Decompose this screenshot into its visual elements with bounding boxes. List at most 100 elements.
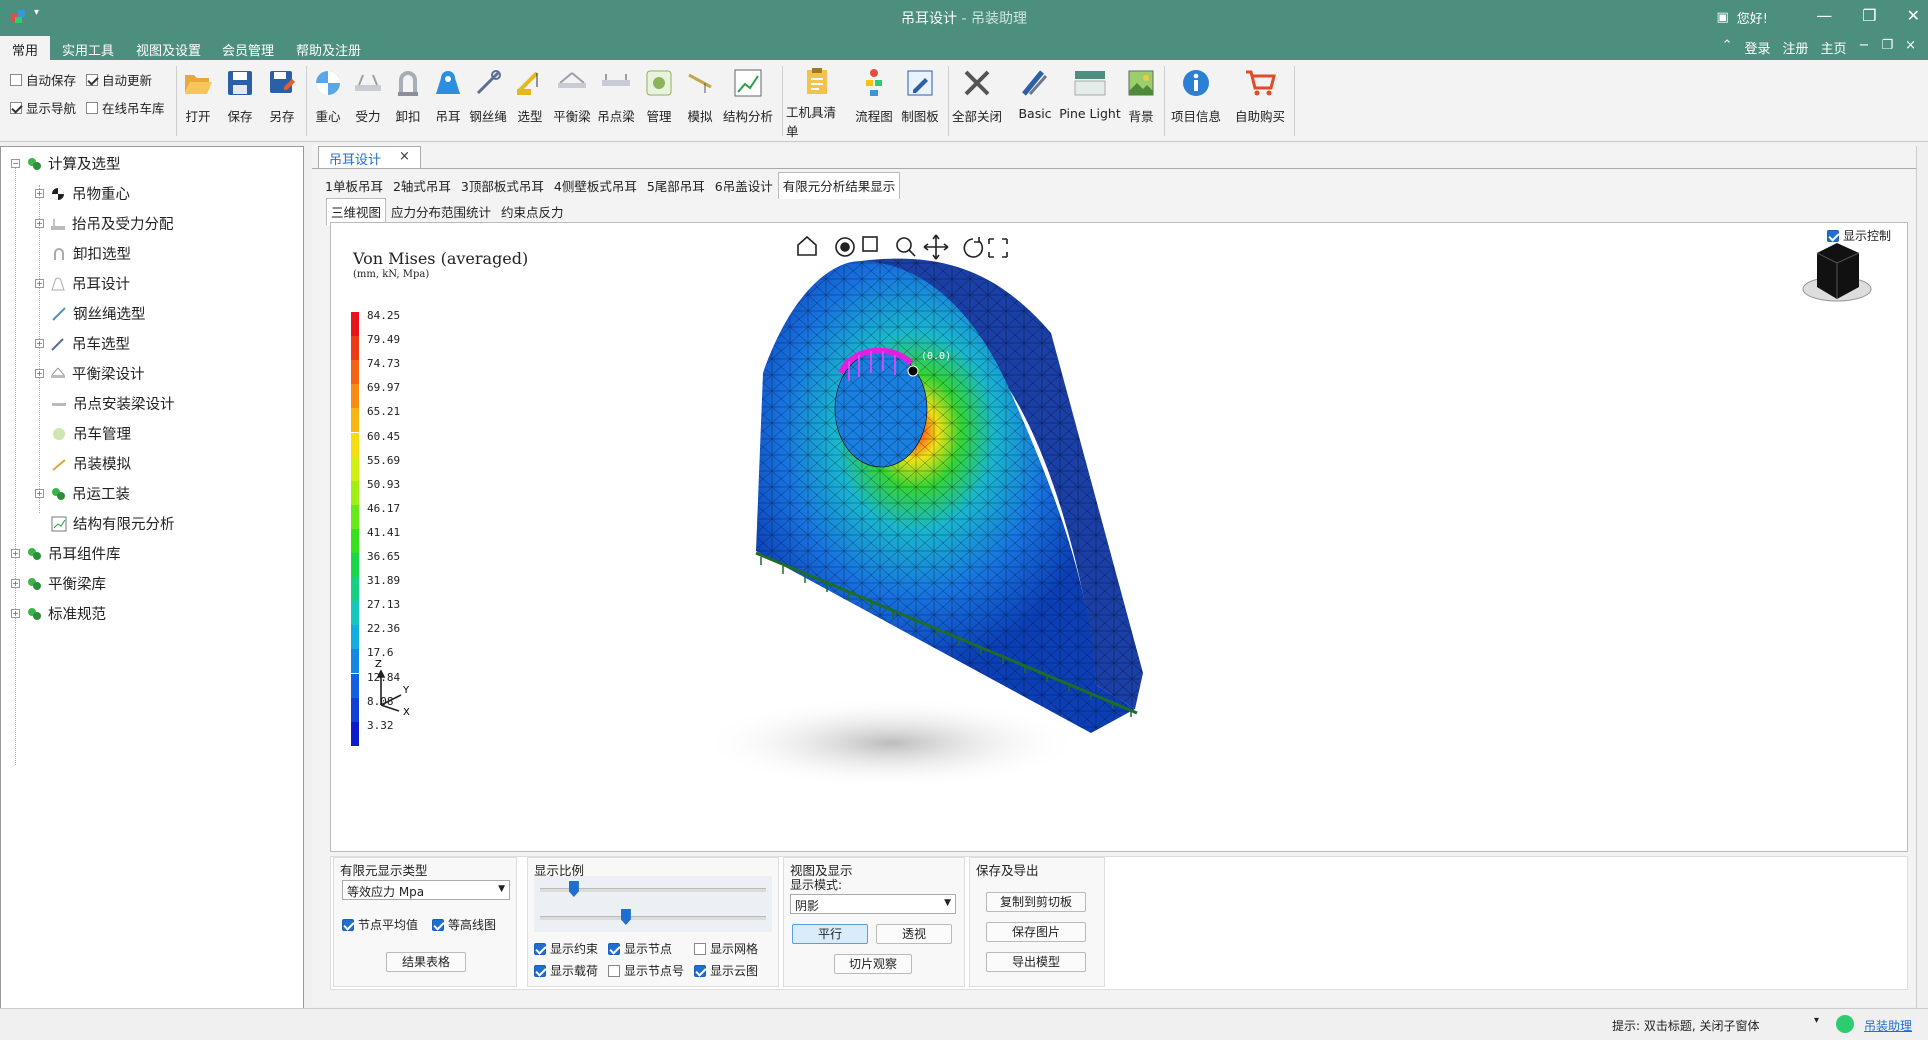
status-dropdown-icon[interactable]: ▾	[1814, 1015, 1819, 1026]
tree-item-cog[interactable]: + 吊物重心	[35, 183, 130, 204]
menu-membership[interactable]: 会员管理	[214, 38, 282, 61]
menu-tools[interactable]: 实用工具	[54, 38, 122, 61]
background-button[interactable]: 背景	[1124, 64, 1158, 136]
fullscreen-icon[interactable]	[988, 238, 1008, 258]
fea-type-select[interactable]: 等效应力 Mpa ▼	[342, 880, 510, 900]
tab-top-plate[interactable]: 3顶部板式吊耳	[456, 172, 549, 199]
manage-button[interactable]: 管理	[640, 64, 678, 136]
show-nav-checkbox[interactable]: 显示导航	[10, 98, 76, 117]
tree-item-standards[interactable]: + 标准规范	[11, 603, 106, 624]
save-image-button[interactable]: 保存图片	[986, 922, 1086, 942]
lifting-lug-button[interactable]: 吊耳	[430, 64, 466, 136]
show-mesh-checkbox[interactable]: 显示网格	[694, 940, 758, 957]
tab-tail[interactable]: 5尾部吊耳	[642, 172, 710, 199]
minimize-button[interactable]: —	[1816, 6, 1832, 25]
scale-slider-1[interactable]	[540, 881, 766, 897]
login-link[interactable]: 登录	[1744, 38, 1770, 57]
tab-fea-results[interactable]: 有限元分析结果显示	[777, 172, 901, 199]
collapse-ribbon-icon[interactable]: ⌃	[1722, 38, 1733, 57]
tree-item-lift-beam[interactable]: 吊点安装梁设计	[51, 393, 175, 414]
show-node-numbers-checkbox[interactable]: 显示节点号	[608, 962, 684, 979]
collapse-icon[interactable]: −	[11, 159, 20, 168]
spreader-beam-button[interactable]: 平衡梁	[552, 64, 592, 136]
copy-clipboard-button[interactable]: 复制到剪切板	[986, 892, 1086, 912]
wire-rope-button[interactable]: 钢丝绳	[468, 64, 508, 136]
show-contour-cloud-checkbox[interactable]: 显示云图	[694, 962, 758, 979]
theme-basic-button[interactable]: Basic	[1016, 64, 1054, 136]
tree-item-crane-selection[interactable]: + 吊车选型	[35, 333, 130, 354]
tree-item-calc-selection[interactable]: − 计算及选型	[11, 153, 121, 174]
theme-pine-light-button[interactable]: Pine Light	[1058, 64, 1122, 136]
tree-item-crane-manage[interactable]: 吊车管理	[51, 423, 131, 444]
fea-model-canvas[interactable]: (0.0) Z Y X	[331, 223, 1909, 853]
close-tab-icon[interactable]: ×	[399, 149, 410, 166]
self-purchase-button[interactable]: 自助购买	[1232, 64, 1288, 136]
menu-home[interactable]: 常用	[0, 36, 51, 60]
lifting-point-beam-button[interactable]: 吊点梁	[596, 64, 636, 136]
zoom-icon[interactable]	[896, 237, 912, 253]
menu-view-settings[interactable]: 视图及设置	[128, 38, 209, 61]
tree-item-spreader[interactable]: + 平衡梁设计	[35, 363, 145, 384]
fea-3d-viewport[interactable]: (0.0) Z Y X Von Mises (averaged) (mm, kN…	[330, 222, 1908, 852]
mdi-close-icon[interactable]: ×	[1905, 38, 1916, 57]
contour-checkbox[interactable]: 等高线图	[432, 916, 496, 933]
save-button[interactable]: 保存	[222, 64, 258, 136]
right-scrollbar[interactable]	[1916, 146, 1926, 1008]
project-info-button[interactable]: 项目信息	[1168, 64, 1224, 136]
home-view-icon[interactable]	[797, 235, 817, 256]
tree-item-lift-sim[interactable]: 吊装模拟	[51, 453, 131, 474]
auto-save-checkbox[interactable]: 自动保存	[10, 70, 76, 89]
simulation-button[interactable]: 模拟	[682, 64, 718, 136]
show-constraints-checkbox[interactable]: 显示约束	[534, 940, 598, 957]
perspective-projection-button[interactable]: 透视	[876, 924, 952, 944]
show-nodes-checkbox[interactable]: 显示节点	[608, 940, 672, 957]
tree-item-spreader-library[interactable]: + 平衡梁库	[11, 573, 106, 594]
save-as-button[interactable]: 另存	[264, 64, 300, 136]
tool-list-button[interactable]: 工机具清单	[786, 64, 848, 139]
menu-help-register[interactable]: 帮助及注册	[288, 38, 369, 61]
parallel-projection-button[interactable]: 平行	[792, 924, 868, 944]
subtab-stress-stats[interactable]: 应力分布范围统计	[386, 198, 496, 225]
home-link[interactable]: 主页	[1821, 38, 1847, 57]
register-link[interactable]: 注册	[1783, 38, 1809, 57]
force-button[interactable]: 受力	[350, 64, 386, 136]
tree-item-lug-library[interactable]: + 吊耳组件库	[11, 543, 121, 564]
result-table-button[interactable]: 结果表格	[386, 952, 466, 972]
subtab-reaction-forces[interactable]: 约束点反力	[496, 198, 569, 225]
flowchart-button[interactable]: 流程图	[852, 64, 896, 136]
auto-update-checkbox[interactable]: 自动更新	[86, 70, 152, 89]
zoom-window-icon[interactable]	[862, 236, 878, 252]
export-model-button[interactable]: 导出模型	[986, 952, 1086, 972]
tab-side-wall[interactable]: 4侧壁板式吊耳	[549, 172, 642, 199]
tab-single-plate[interactable]: 1单板吊耳	[320, 172, 388, 199]
shackle-button[interactable]: 卸扣	[390, 64, 426, 136]
structural-analysis-button[interactable]: 结构分析	[720, 64, 776, 136]
tree-item-lug-design[interactable]: + 吊耳设计	[35, 273, 130, 294]
mdi-restore-icon[interactable]: ❐	[1881, 38, 1893, 57]
tree-item-wire-rope[interactable]: 钢丝绳选型	[51, 303, 146, 324]
tree-item-tandem-lift[interactable]: + 抬吊及受力分配	[35, 213, 174, 234]
show-control-checkbox[interactable]: 显示控制	[1827, 227, 1891, 244]
maximize-button[interactable]: ❐	[1862, 6, 1876, 25]
tree-item-transport-tooling[interactable]: + 吊运工装	[35, 483, 130, 504]
open-button[interactable]: 打开	[180, 64, 216, 136]
online-crane-lib-checkbox[interactable]: 在线吊车库	[86, 98, 165, 117]
doc-tab-lug-design[interactable]: 吊耳设计 ×	[318, 146, 421, 168]
scale-slider-2[interactable]	[540, 909, 766, 925]
slice-view-button[interactable]: 切片观察	[834, 954, 912, 974]
tree-item-fea[interactable]: 结构有限元分析	[51, 513, 175, 534]
drawing-board-button[interactable]: 制图板	[898, 64, 942, 136]
center-of-gravity-button[interactable]: 重心	[310, 64, 346, 136]
app-link[interactable]: 吊装助理	[1864, 1017, 1912, 1034]
pan-icon[interactable]	[923, 234, 949, 260]
mdi-minimize-icon[interactable]: −	[1859, 38, 1870, 57]
close-window-button[interactable]: ✕	[1907, 6, 1920, 25]
close-all-button[interactable]: 全部关闭	[952, 64, 1002, 136]
display-mode-select[interactable]: 阴影 ▼	[790, 894, 956, 914]
tab-cover[interactable]: 6吊盖设计	[710, 172, 778, 199]
crane-selection-button[interactable]: 选型	[512, 64, 548, 136]
show-loads-checkbox[interactable]: 显示载荷	[534, 962, 598, 979]
subtab-3d-view[interactable]: 三维视图	[326, 198, 387, 225]
node-average-checkbox[interactable]: 节点平均值	[342, 916, 418, 933]
tab-shaft[interactable]: 2轴式吊耳	[388, 172, 456, 199]
